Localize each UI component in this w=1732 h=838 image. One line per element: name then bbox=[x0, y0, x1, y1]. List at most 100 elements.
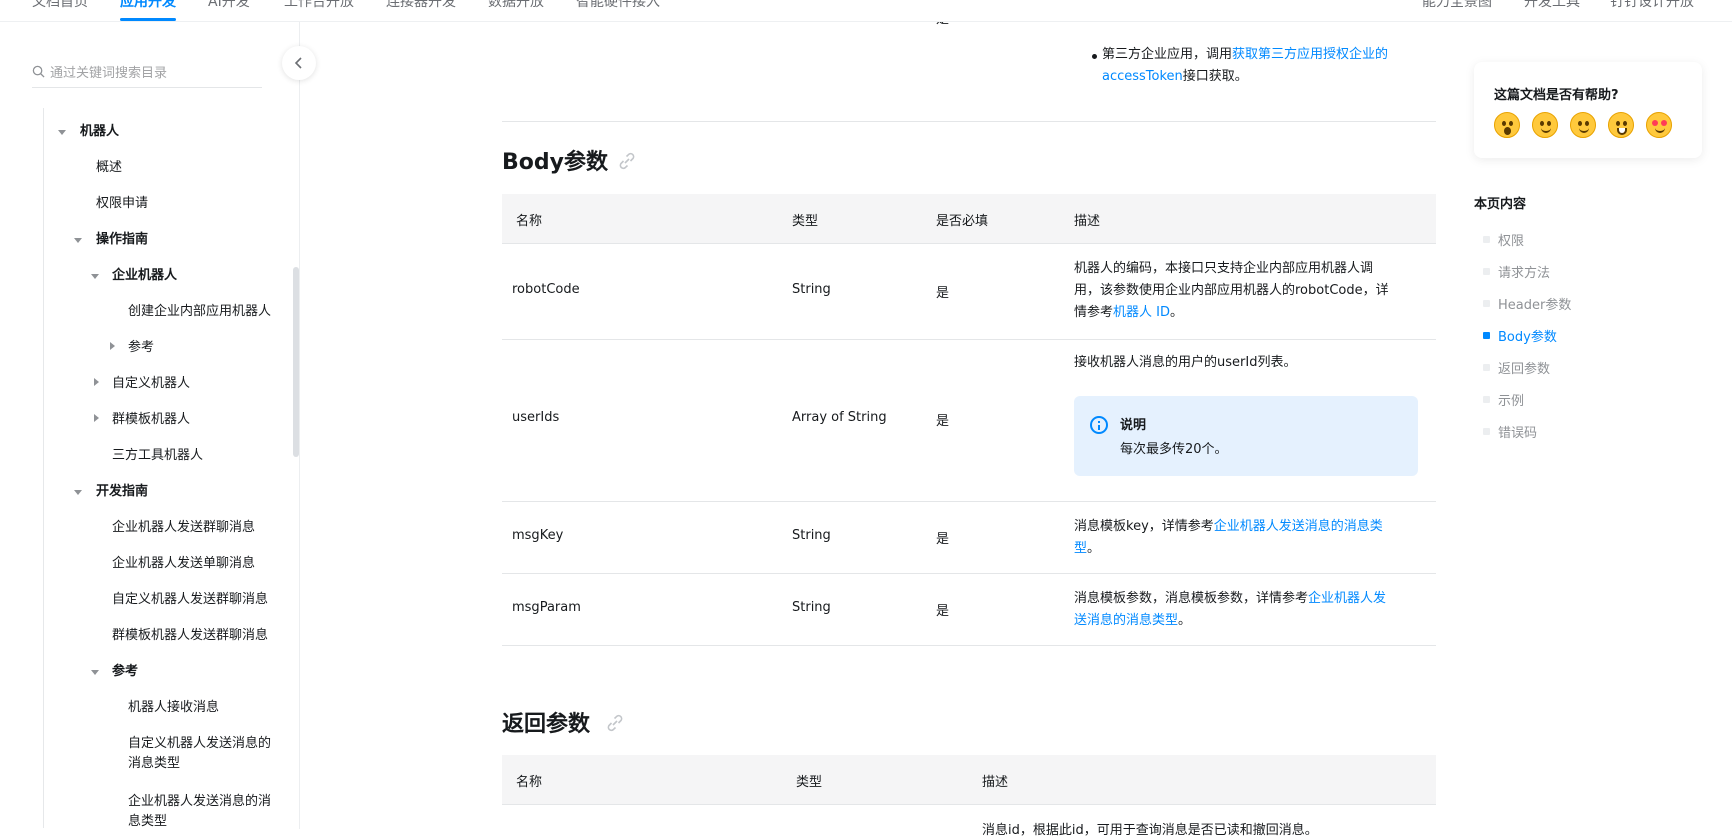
robot-id-link[interactable]: 机器人 ID bbox=[1113, 305, 1170, 320]
caret-right-icon[interactable] bbox=[94, 378, 99, 386]
msg-type-link[interactable]: 企业机器人发 bbox=[1308, 591, 1386, 606]
sidebar-item-dev-guide[interactable]: 开发指南 bbox=[96, 482, 148, 502]
toc-item-permission[interactable]: 权限 bbox=[1498, 230, 1524, 249]
body-params-heading: Body参数 bbox=[502, 150, 608, 175]
desc-text: 消息模板参数，消息模板参数，详情参考 bbox=[1074, 591, 1309, 606]
return-table-header: 名称 类型 描述 bbox=[502, 755, 1436, 805]
love-emoji-icon[interactable] bbox=[1646, 112, 1672, 138]
msg-type-link-cont[interactable]: 型 bbox=[1074, 541, 1087, 556]
sidebar-scrollbar[interactable] bbox=[293, 267, 299, 457]
param-type: Array of String bbox=[792, 410, 887, 425]
toc-item-error-codes[interactable]: 错误码 bbox=[1498, 422, 1537, 441]
sidebar-item-enterprise-single-msg[interactable]: 企业机器人发送单聊消息 bbox=[112, 554, 255, 574]
col-type: 类型 bbox=[796, 775, 823, 790]
toc-item-body-params[interactable]: Body参数 bbox=[1498, 326, 1557, 345]
toc-item-example[interactable]: 示例 bbox=[1498, 390, 1524, 409]
nav-ai-dev[interactable]: AI开发 bbox=[208, 0, 250, 11]
caret-down-icon[interactable] bbox=[58, 130, 66, 135]
nav-app-dev[interactable]: 应用开发 bbox=[120, 0, 176, 11]
note-text: 每次最多传20个。 bbox=[1120, 442, 1228, 457]
sidebar-item-create-robot[interactable]: 创建企业内部应用机器人 bbox=[128, 302, 271, 322]
chevron-left-icon bbox=[294, 57, 302, 69]
access-token-link[interactable]: accessToken bbox=[1102, 69, 1183, 84]
table-row: userIds Array of String 是 接收机器人消息的用户的use… bbox=[502, 340, 1436, 502]
anchor-link-icon[interactable] bbox=[604, 712, 626, 734]
caret-down-icon[interactable] bbox=[91, 670, 99, 675]
sidebar-item-third-party-robot[interactable]: 三方工具机器人 bbox=[112, 446, 203, 466]
col-type: 类型 bbox=[792, 214, 819, 229]
toc-marker bbox=[1483, 300, 1490, 307]
param-name: userIds bbox=[512, 410, 560, 425]
sidebar-item-template-group-msg[interactable]: 群模板机器人发送群聊消息 bbox=[112, 626, 268, 646]
shock-emoji-icon[interactable] bbox=[1494, 112, 1520, 138]
table-row: msgParam String 是 消息模板参数，消息模板参数，详情参考企业机器… bbox=[502, 574, 1436, 646]
param-name: robotCode bbox=[512, 282, 580, 297]
sidebar-item-custom-msg-types[interactable]: 自定义机器人发送消息的 bbox=[128, 734, 271, 754]
col-name: 名称 bbox=[516, 214, 543, 229]
sidebar-item-custom-msg-types-2[interactable]: 消息类型 bbox=[128, 754, 180, 774]
col-desc: 描述 bbox=[982, 775, 1009, 790]
caret-right-icon[interactable] bbox=[110, 342, 115, 350]
sidebar-item-enterprise-group-msg[interactable]: 企业机器人发送群聊消息 bbox=[112, 518, 255, 538]
search-box[interactable] bbox=[32, 60, 262, 88]
nav-data-open[interactable]: 数据开放 bbox=[488, 0, 544, 11]
col-name: 名称 bbox=[516, 775, 543, 790]
grin-emoji-icon[interactable] bbox=[1608, 112, 1634, 138]
sidebar-item-custom-group-msg[interactable]: 自定义机器人发送群聊消息 bbox=[112, 590, 268, 610]
nav-capability-map[interactable]: 能力全景图 bbox=[1422, 0, 1492, 11]
param-name: msgKey bbox=[512, 528, 564, 543]
param-required: 是 bbox=[936, 604, 950, 619]
table-row: msgKey String 是 消息模板key，详情参考企业机器人发送消息的消息… bbox=[502, 502, 1436, 574]
sidebar-item-robot[interactable]: 机器人 bbox=[80, 122, 119, 142]
msg-type-link[interactable]: 企业机器人发送消息的消息类 bbox=[1214, 519, 1383, 534]
desc-end: 。 bbox=[1087, 541, 1101, 556]
anchor-link-icon[interactable] bbox=[616, 150, 638, 172]
nav-dev-tools[interactable]: 开发工具 bbox=[1524, 0, 1580, 11]
sidebar-item-enterprise-msg-types-2[interactable]: 息类型 bbox=[128, 812, 167, 832]
sidebar-item-receive-msg[interactable]: 机器人接收消息 bbox=[128, 698, 219, 718]
sidebar-item-reference[interactable]: 参考 bbox=[128, 338, 154, 358]
body-table-header: 名称 类型 是否必填 描述 bbox=[502, 194, 1436, 244]
nav-active-underline bbox=[120, 18, 176, 21]
caret-right-icon[interactable] bbox=[94, 414, 99, 422]
desc-line: 机器人的编码，本接口只支持企业内部应用机器人调 bbox=[1074, 261, 1374, 276]
msg-type-link-cont[interactable]: 送消息的消息类型 bbox=[1074, 613, 1178, 628]
sidebar-item-template-robot[interactable]: 群模板机器人 bbox=[112, 410, 190, 430]
sidebar-item-enterprise-msg-types[interactable]: 企业机器人发送消息的消 bbox=[128, 792, 271, 812]
param-desc: 接收机器人消息的用户的userId列表。 bbox=[1074, 355, 1297, 370]
caret-down-icon[interactable] bbox=[74, 490, 82, 495]
nav-design-open[interactable]: 钉钉设计开放 bbox=[1610, 0, 1694, 11]
desc-end: 。 bbox=[1170, 305, 1184, 320]
toc-item-request-method[interactable]: 请求方法 bbox=[1498, 262, 1550, 281]
note-callout: 说明 每次最多传20个。 bbox=[1074, 396, 1418, 476]
caret-down-icon[interactable] bbox=[91, 274, 99, 279]
sidebar-item-custom-robot[interactable]: 自定义机器人 bbox=[112, 374, 190, 394]
smile-emoji-icon[interactable] bbox=[1570, 112, 1596, 138]
sweat-emoji-icon[interactable] bbox=[1532, 112, 1558, 138]
bullet-text: 第三方企业应用，调用 bbox=[1102, 47, 1233, 62]
sidebar-item-overview[interactable]: 概述 bbox=[96, 158, 122, 178]
toc-item-header-params[interactable]: Header参数 bbox=[1498, 294, 1571, 313]
sidebar-item-reference-2[interactable]: 参考 bbox=[112, 662, 138, 682]
param-desc: 消息模板key，详情参考企业机器人发送消息的消息类 型。 bbox=[1074, 516, 1416, 560]
nav-workbench[interactable]: 工作台开放 bbox=[284, 0, 354, 11]
nav-connector[interactable]: 连接器开发 bbox=[386, 0, 456, 11]
return-params-heading: 返回参数 bbox=[502, 712, 591, 737]
col-required: 是否必填 bbox=[936, 214, 989, 229]
desc-text: 情参考 bbox=[1074, 305, 1114, 320]
bullet-dot bbox=[1092, 54, 1097, 59]
toc-item-return-params[interactable]: 返回参数 bbox=[1498, 358, 1550, 377]
desc-text: 消息模板key，详情参考 bbox=[1074, 519, 1214, 534]
toc-marker bbox=[1483, 236, 1490, 243]
sidebar-item-permission[interactable]: 权限申请 bbox=[96, 194, 148, 214]
nav-hardware[interactable]: 智能硬件接入 bbox=[576, 0, 660, 11]
third-party-token-link[interactable]: 获取第三方应用授权企业的 bbox=[1232, 47, 1388, 62]
sidebar-item-enterprise-robot[interactable]: 企业机器人 bbox=[112, 266, 177, 286]
sidebar-item-guide[interactable]: 操作指南 bbox=[96, 230, 148, 250]
collapse-sidebar-button[interactable] bbox=[282, 46, 316, 80]
sidebar: 机器人 概述 权限申请 操作指南 企业机器人 创建企业内部应用机器人 参考 自定… bbox=[0, 22, 300, 829]
caret-down-icon[interactable] bbox=[74, 238, 82, 243]
search-input[interactable] bbox=[50, 62, 260, 84]
nav-docs-home[interactable]: 文档首页 bbox=[32, 0, 88, 11]
feedback-card: 这篇文档是否有帮助? bbox=[1474, 62, 1702, 158]
